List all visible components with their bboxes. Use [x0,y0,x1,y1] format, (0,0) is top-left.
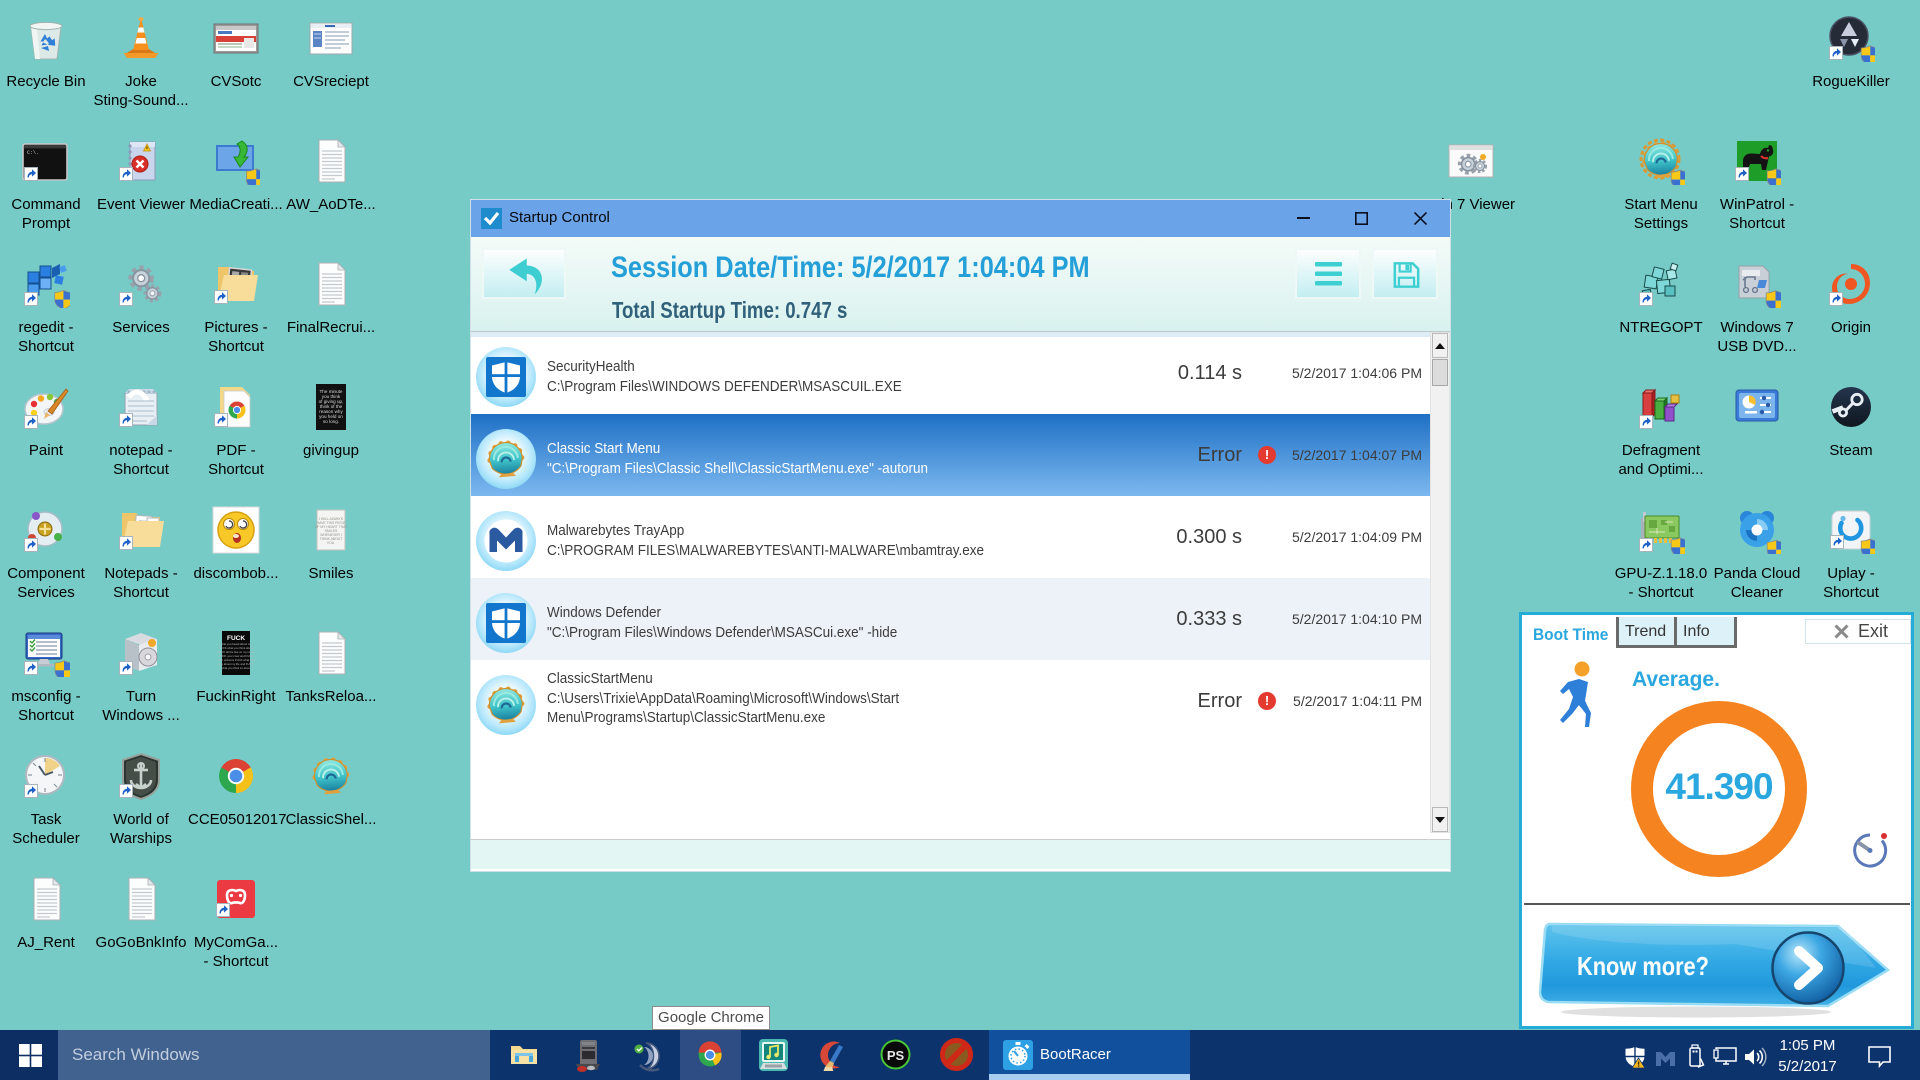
svg-text:C:\.: C:\. [27,150,39,156]
svg-text:what you think im about: what you think im about [221,666,251,670]
svg-text:PS: PS [887,1048,905,1063]
svg-text:Know more?: Know more? [1577,951,1709,981]
svg-text:so long.: so long. [323,419,339,424]
svg-text:YOU.: YOU. [327,541,335,545]
svg-text:FUCK: FUCK [227,635,245,642]
